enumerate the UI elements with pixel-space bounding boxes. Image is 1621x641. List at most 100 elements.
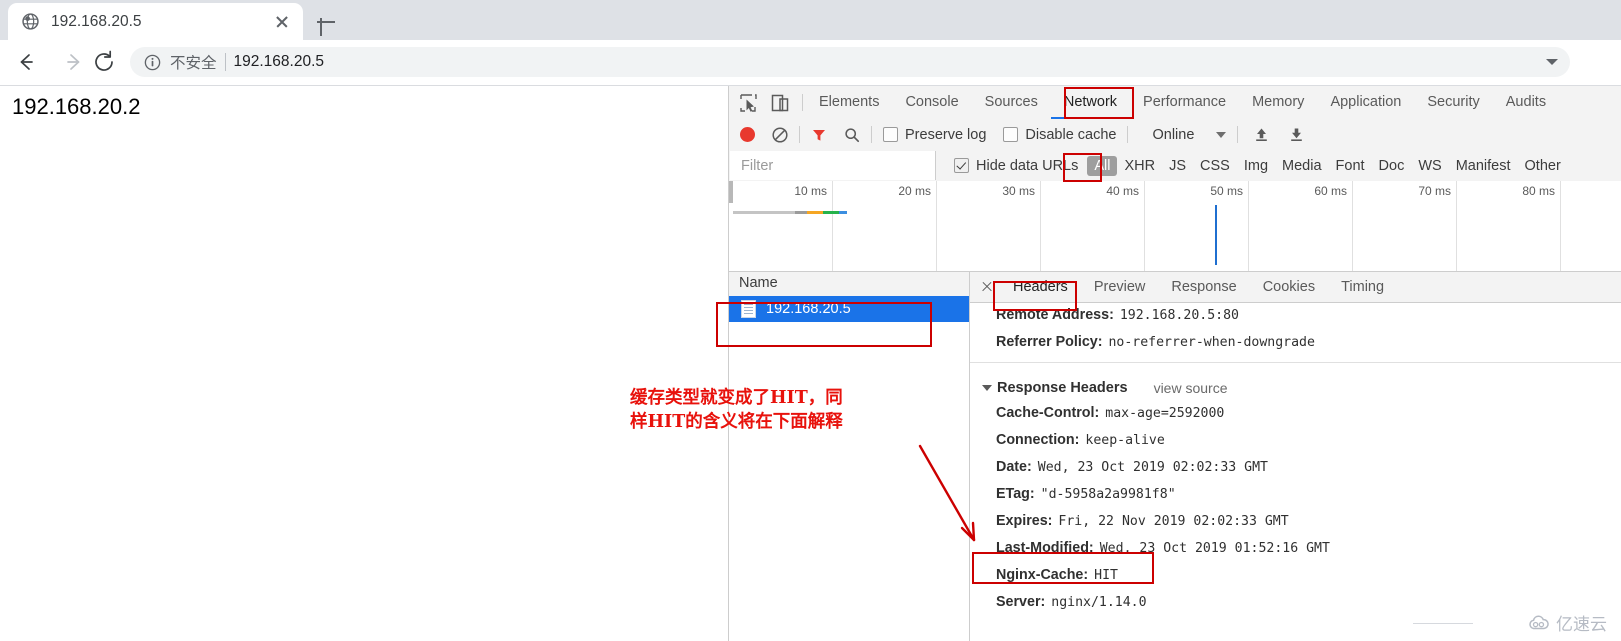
toggle-device-toolbar-icon[interactable] <box>767 90 793 116</box>
tab-timing[interactable]: Timing <box>1328 272 1397 302</box>
ruler-label: 70 ms <box>1418 184 1451 198</box>
bar-segment-content-download <box>823 211 839 214</box>
download-arrow-icon[interactable] <box>1288 126 1305 143</box>
header-value: Wed, 23 Oct 2019 02:02:33 GMT <box>1037 460 1268 475</box>
tab-response[interactable]: Response <box>1158 272 1249 302</box>
network-filter-row: Filter Hide data URLs All XHR JS CSS Img… <box>729 150 1621 182</box>
load-event-marker <box>1215 205 1217 265</box>
tab-audits[interactable]: Audits <box>1493 86 1559 119</box>
arrow-left-icon[interactable] <box>10 46 42 78</box>
filter-funnel-icon[interactable] <box>811 127 827 143</box>
plus-icon[interactable] <box>312 8 340 36</box>
request-name: 192.168.20.5 <box>766 301 851 317</box>
browser-chrome: 192.168.20.5 不安全 192.168.20.5 <box>0 0 1621 86</box>
tab-memory[interactable]: Memory <box>1239 86 1317 119</box>
ruler-label: 30 ms <box>1002 184 1035 198</box>
header-row: Cache-Control: max-age=2592000 <box>970 400 1621 427</box>
view-source-link[interactable]: view source <box>1154 380 1228 396</box>
ruler-tick <box>936 181 937 271</box>
header-name: Server: <box>996 594 1046 610</box>
header-value: keep-alive <box>1085 433 1165 448</box>
bar-segment-queueing <box>733 211 795 214</box>
type-filter-xhr[interactable]: XHR <box>1117 156 1162 176</box>
resource-type-filters: All XHR JS CSS Img Media Font Doc WS Man… <box>1087 155 1568 176</box>
tab-security[interactable]: Security <box>1414 86 1492 119</box>
response-headers-title: Response Headers <box>997 380 1128 396</box>
header-row: Connection: keep-alive <box>970 427 1621 454</box>
header-value: "d-5958a2a9981f8" <box>1040 487 1176 502</box>
type-filter-media[interactable]: Media <box>1275 156 1329 176</box>
clear-icon[interactable] <box>772 126 788 143</box>
tab-preview[interactable]: Preview <box>1081 272 1159 302</box>
disable-cache-checkbox[interactable]: Disable cache <box>1003 127 1116 143</box>
network-timeline-overview[interactable]: 10 ms 20 ms 30 ms 40 ms 50 ms 60 ms 70 m… <box>729 181 1621 272</box>
tab-network[interactable]: Network <box>1050 86 1131 119</box>
reload-icon[interactable] <box>88 46 120 78</box>
filter-input[interactable]: Filter <box>730 151 936 180</box>
type-filter-js[interactable]: JS <box>1162 156 1193 176</box>
tabbar-divider <box>802 94 803 111</box>
inspect-element-icon[interactable] <box>735 90 761 116</box>
disable-cache-label: Disable cache <box>1025 126 1117 143</box>
devtools-panel: Elements Console Sources Network Perform… <box>728 86 1621 641</box>
type-filter-font[interactable]: Font <box>1329 156 1372 176</box>
hide-data-urls-checkbox[interactable]: Hide data URLs <box>954 158 1078 174</box>
browser-toolbar: 不安全 192.168.20.5 <box>0 40 1621 86</box>
tab-strip: 192.168.20.5 <box>0 0 1621 40</box>
triangle-down-icon[interactable] <box>982 385 992 391</box>
header-value: no-referrer-when-downgrade <box>1108 335 1315 350</box>
overview-grip[interactable] <box>729 181 733 203</box>
type-filter-ws[interactable]: WS <box>1411 156 1448 176</box>
toolbar-divider <box>871 126 872 143</box>
tab-elements[interactable]: Elements <box>806 86 892 119</box>
toolbar-divider <box>799 126 800 143</box>
ruler-tick <box>832 181 833 271</box>
chevron-down-icon[interactable] <box>1216 131 1227 138</box>
ruler-label: 50 ms <box>1210 184 1243 198</box>
ruler-tick <box>1040 181 1041 271</box>
record-icon[interactable] <box>740 127 755 142</box>
type-filter-all[interactable]: All <box>1087 155 1118 176</box>
tab-application[interactable]: Application <box>1317 86 1414 119</box>
bar-segment-waiting <box>807 211 823 214</box>
page-viewport: 192.168.20.2 <box>0 86 728 641</box>
header-value: 192.168.20.5:80 <box>1119 308 1239 323</box>
table-row[interactable]: 192.168.20.5 <box>729 296 969 322</box>
info-circle-icon[interactable] <box>144 54 161 71</box>
ruler-tick <box>1352 181 1353 271</box>
tab-cookies[interactable]: Cookies <box>1250 272 1328 302</box>
ruler-label: 80 ms <box>1522 184 1555 198</box>
ruler-tick <box>1456 181 1457 271</box>
address-bar[interactable]: 不安全 192.168.20.5 <box>130 47 1570 77</box>
type-filter-img[interactable]: Img <box>1237 156 1275 176</box>
throttling-select[interactable]: Online <box>1152 127 1194 143</box>
preserve-log-checkbox[interactable]: Preserve log <box>883 127 986 143</box>
close-icon[interactable] <box>271 11 293 33</box>
checkbox-box <box>883 127 898 142</box>
search-icon[interactable] <box>844 127 860 143</box>
ruler-tick <box>1144 181 1145 271</box>
response-headers-title-row[interactable]: Response Headers view source <box>970 374 1621 400</box>
chevron-down-icon[interactable] <box>1546 59 1558 65</box>
header-row: Referrer Policy: no-referrer-when-downgr… <box>970 329 1621 356</box>
tab-performance[interactable]: Performance <box>1130 86 1239 119</box>
tab-sources[interactable]: Sources <box>972 86 1051 119</box>
hide-data-urls-label: Hide data URLs <box>976 157 1079 174</box>
checkbox-box <box>1003 127 1019 142</box>
close-icon[interactable] <box>978 278 996 296</box>
type-filter-other[interactable]: Other <box>1518 156 1568 176</box>
type-filter-css[interactable]: CSS <box>1193 156 1237 176</box>
toolbar-divider <box>1127 126 1129 143</box>
tab-headers[interactable]: Headers <box>1000 272 1081 302</box>
type-filter-doc[interactable]: Doc <box>1372 156 1412 176</box>
preserve-log-label: Preserve log <box>905 126 987 143</box>
arrow-right-icon <box>67 54 80 70</box>
type-filter-manifest[interactable]: Manifest <box>1449 156 1518 176</box>
header-name: Cache-Control: <box>996 405 1100 421</box>
annotation-note-line1: 缓存类型就变成了HIT，同 <box>630 388 843 408</box>
headers-content: Remote Address: 192.168.20.5:80 Referrer… <box>970 302 1621 641</box>
upload-arrow-icon[interactable] <box>1253 126 1270 143</box>
browser-tab[interactable]: 192.168.20.5 <box>8 3 303 40</box>
tab-console[interactable]: Console <box>892 86 971 119</box>
requests-table-header: Name <box>729 272 969 297</box>
